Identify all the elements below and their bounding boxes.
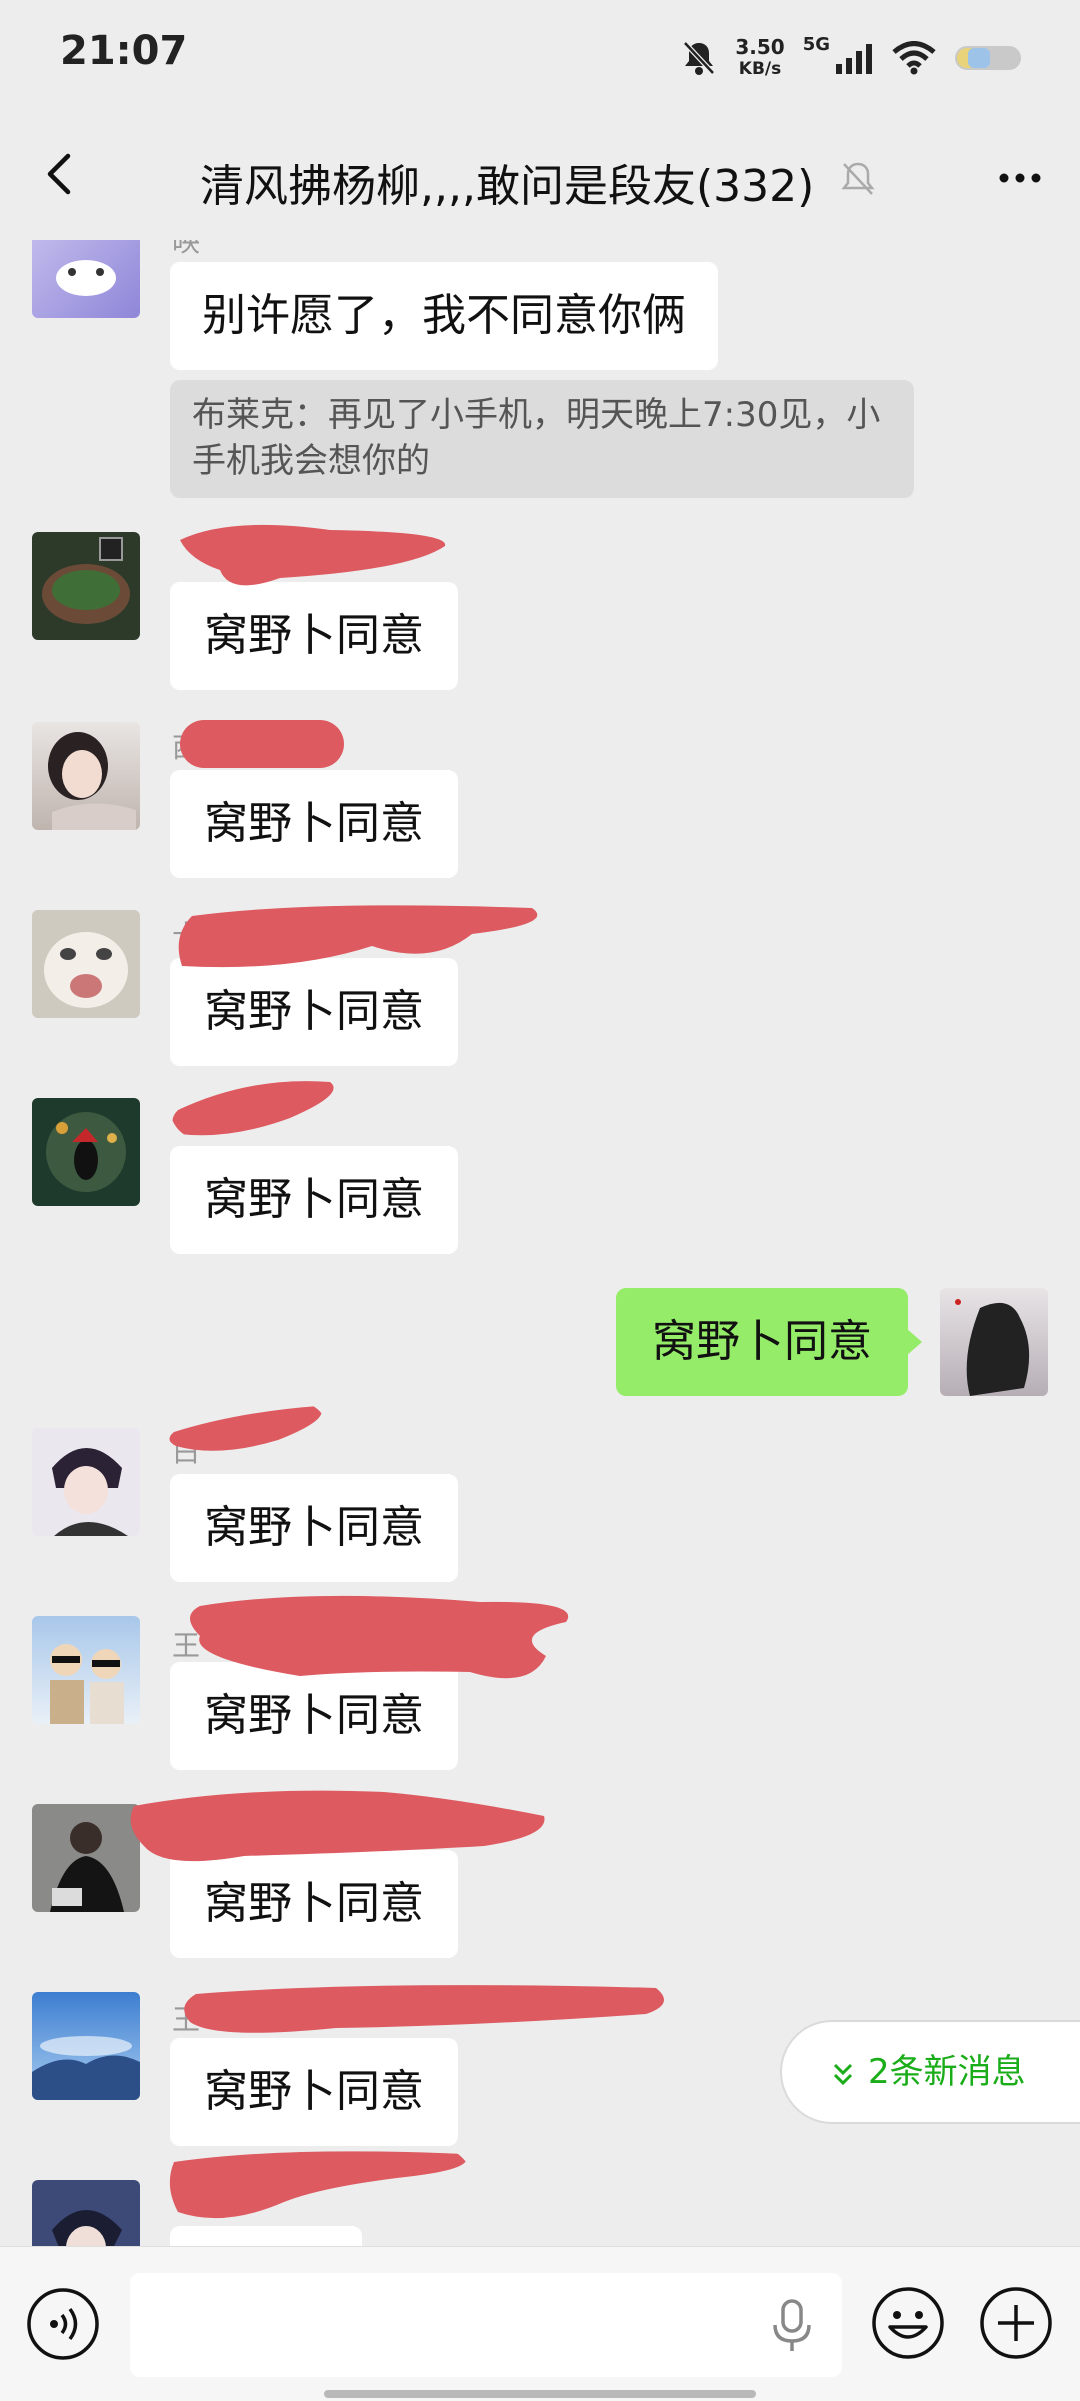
sender-name: 映 <box>172 240 201 258</box>
message-bubble[interactable] <box>170 2226 362 2246</box>
status-time: 21:07 <box>60 28 188 74</box>
my-avatar[interactable] <box>940 1288 1048 1396</box>
avatar-image <box>56 260 116 296</box>
message-input[interactable] <box>130 2273 842 2377</box>
chat-title: 清风拂杨柳,,,,敢问是段友(332) <box>200 161 815 212</box>
redaction-mark <box>180 524 446 586</box>
redaction-mark <box>190 1595 569 1679</box>
status-icons: 3.50 KB/s 5G <box>681 30 1024 86</box>
mute-bell-icon <box>841 162 875 195</box>
chat-message-list[interactable]: 映 别许愿了，我不同意你俩 布莱克：再见了小手机，明天晚上7:30见，小手机我会… <box>0 240 1080 2246</box>
plus-icon[interactable] <box>978 2285 1054 2361</box>
avatar[interactable] <box>32 722 140 830</box>
avatar-image <box>50 1644 124 1724</box>
double-chevron-down-icon <box>833 2063 853 2085</box>
quoted-message[interactable]: 布莱克：再见了小手机，明天晚上7:30见，小手机我会想你的 <box>170 380 914 498</box>
message-bubble[interactable]: 别许愿了，我不同意你俩 <box>170 262 718 370</box>
new-messages-label: 2条新消息 <box>868 2052 1026 2092</box>
bell-mute-icon <box>683 41 716 75</box>
avatar[interactable] <box>32 240 140 318</box>
redaction-mark <box>130 1790 545 1862</box>
avatar-image <box>32 2036 140 2100</box>
message-bubble[interactable]: 窝野卜同意 <box>170 1146 458 1254</box>
avatar[interactable] <box>32 1098 140 1206</box>
microphone-icon[interactable] <box>770 2297 814 2353</box>
status-bar: 21:07 3.50 KB/s 5G <box>0 0 1080 118</box>
message-bubble[interactable]: 窝野卜同意 <box>170 770 458 878</box>
wifi-icon <box>892 41 936 75</box>
avatar[interactable] <box>32 532 140 640</box>
avatar[interactable] <box>32 1428 140 1536</box>
avatar-image <box>46 1112 126 1192</box>
net-speed-unit: KB/s <box>738 59 782 79</box>
message-bubble[interactable]: 窝野卜同意 <box>170 2038 458 2146</box>
avatar[interactable] <box>32 1992 140 2100</box>
redaction-mark <box>172 1081 334 1136</box>
input-bar <box>0 2246 1080 2401</box>
redaction-mark <box>178 905 538 968</box>
network-type: 5G <box>802 33 830 55</box>
avatar-image <box>52 1448 128 1536</box>
emoji-icon[interactable] <box>870 2285 946 2361</box>
avatar[interactable] <box>32 1616 140 1724</box>
signal-icon <box>836 44 872 74</box>
avatar-image <box>48 732 136 830</box>
redaction-mark <box>184 1985 664 2033</box>
my-message-bubble[interactable]: 窝野卜同意 <box>616 1288 922 1396</box>
net-speed-value: 3.50 <box>735 35 785 59</box>
back-arrow-icon[interactable] <box>30 144 90 204</box>
new-messages-button[interactable]: 2条新消息 <box>780 2020 1080 2124</box>
avatar[interactable] <box>32 910 140 1018</box>
avatar[interactable] <box>32 2180 140 2246</box>
voice-toggle-icon[interactable] <box>26 2287 100 2361</box>
avatar-image <box>44 932 128 1008</box>
avatar-image <box>52 2210 122 2246</box>
net-speed: 3.50 KB/s <box>735 36 784 80</box>
more-dots-icon[interactable] <box>990 148 1050 208</box>
avatar-image <box>42 537 130 624</box>
redaction-mark <box>169 1406 322 1451</box>
avatar-image <box>955 1299 1030 1396</box>
battery-icon <box>955 46 1021 70</box>
redaction-mark <box>169 2151 467 2219</box>
chat-header: 清风拂杨柳,,,,敢问是段友(332) <box>0 118 1080 240</box>
message-bubble[interactable]: 窝野卜同意 <box>170 1474 458 1582</box>
home-indicator[interactable] <box>324 2390 756 2398</box>
redaction-mark <box>180 720 344 768</box>
